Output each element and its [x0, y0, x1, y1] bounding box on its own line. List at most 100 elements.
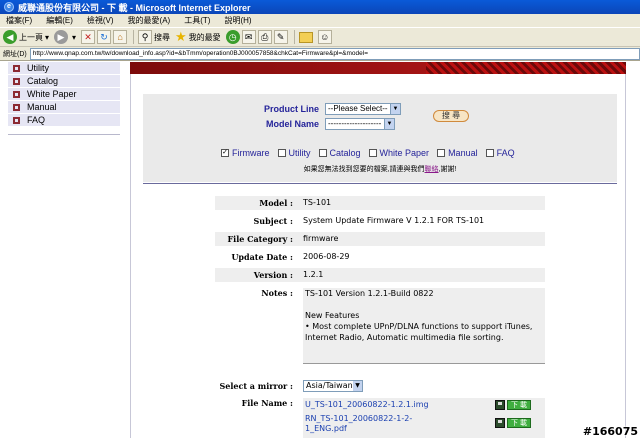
mail-icon[interactable]: ✉	[241, 30, 256, 44]
search-submit-button[interactable]: 搜 尋	[433, 110, 469, 122]
category-label-firmware: Firmware	[232, 148, 270, 158]
category-checkboxes: ✓ Firmware Utility Catalog White Paper M…	[221, 148, 523, 158]
back-button[interactable]: ◀ 上一頁 ▾	[3, 30, 49, 44]
toolbar-separator	[293, 30, 295, 44]
menu-edit[interactable]: 編輯(E)	[46, 15, 73, 26]
category-value: firmware	[303, 232, 545, 246]
category-label-catalog: Catalog	[329, 148, 361, 158]
checkbox-firmware[interactable]: ✓	[221, 149, 229, 157]
dropdown-arrow-icon: ▼	[353, 381, 362, 391]
sidebar-divider	[8, 127, 120, 135]
model-label: Model :	[259, 198, 293, 208]
notice-before: 如果您無法找到您要的檔案,請連與我們	[303, 166, 425, 173]
window-title: 威聯通股份有限公司 - 下 載 - Microsoft Internet Exp…	[18, 2, 251, 13]
notice-text: 如果您無法找到您要的檔案,請連與我們聯絡,謝謝!	[143, 164, 617, 174]
category-label-faq: FAQ	[496, 148, 515, 158]
model-name-value: --------------------	[328, 119, 382, 128]
category-label-white-paper: White Paper	[379, 148, 430, 158]
detail-row-date: Update Date : 2006-08-29	[215, 250, 545, 264]
contact-link[interactable]: 聯絡	[425, 166, 439, 173]
category-label-utility: Utility	[288, 148, 311, 158]
sidebar-item-manual[interactable]: Manual	[8, 101, 120, 114]
refresh-icon[interactable]: ↻	[97, 30, 112, 44]
menu-bar: 檔案(F) 編輯(E) 檢視(V) 我的最愛(A) 工具(T) 說明(H)	[0, 14, 640, 27]
search-icon: ⚲	[138, 30, 153, 44]
checkbox-manual[interactable]	[437, 149, 446, 157]
checkbox-faq[interactable]	[485, 149, 494, 157]
menu-view[interactable]: 檢視(V)	[87, 15, 114, 26]
bullet-icon	[13, 64, 20, 72]
section-divider	[143, 183, 617, 184]
product-line-value: --Please Select--	[328, 104, 388, 113]
download-button-img[interactable]: 下 載	[495, 400, 531, 410]
sidebar: Utility Catalog White Paper Manual FAQ	[8, 62, 120, 135]
toolbar-separator	[133, 30, 135, 44]
home-icon[interactable]: ⌂	[113, 30, 128, 44]
banner-pattern	[426, 62, 626, 74]
category-label: File Category :	[227, 234, 294, 244]
dropdown-arrow-icon: ▼	[390, 104, 400, 114]
date-label: Update Date :	[231, 252, 293, 262]
download-label: 下 載	[507, 418, 531, 428]
print-icon[interactable]: ⎙	[257, 30, 272, 44]
menu-tools[interactable]: 工具(T)	[184, 15, 210, 26]
sidebar-item-white-paper[interactable]: White Paper	[8, 88, 120, 101]
search-button[interactable]: ⚲ 搜尋	[138, 30, 170, 44]
checkbox-catalog[interactable]	[318, 149, 327, 157]
window-title-bar: e 威聯通股份有限公司 - 下 載 - Microsoft Internet E…	[0, 0, 640, 14]
category-label-manual: Manual	[448, 148, 478, 158]
mirror-value: Asia/Taiwan	[306, 381, 353, 390]
search-panel: Product Line --Please Select-- ▼ Model N…	[143, 94, 617, 182]
detail-row-subject: Subject : System Update Firmware V 1.2.1…	[215, 214, 545, 228]
mirror-select[interactable]: Asia/Taiwan ▼	[303, 380, 363, 392]
checkbox-utility[interactable]	[277, 149, 286, 157]
bullet-icon	[13, 77, 20, 85]
bullet-icon	[13, 90, 20, 98]
detail-row-category: File Category : firmware	[215, 232, 545, 246]
sidebar-item-faq[interactable]: FAQ	[8, 114, 120, 127]
dropdown-arrow-icon: ▼	[384, 119, 394, 129]
address-bar: 網址(D) http://www.qnap.com.tw/tw/download…	[0, 47, 640, 61]
sidebar-item-label: Catalog	[27, 76, 59, 86]
product-line-select[interactable]: --Please Select-- ▼	[325, 103, 401, 115]
favorites-button[interactable]: ★ 我的最愛	[175, 29, 221, 45]
forward-button[interactable]: ▶ ▾	[54, 30, 76, 44]
file-label: File Name :	[241, 398, 293, 408]
model-name-select[interactable]: -------------------- ▼	[325, 118, 395, 130]
back-dropdown-icon[interactable]: ▾	[45, 33, 49, 42]
menu-help[interactable]: 說明(H)	[224, 15, 251, 26]
bullet-icon	[13, 103, 20, 111]
stop-icon[interactable]: ✕	[81, 30, 96, 44]
checkbox-white-paper[interactable]	[368, 149, 377, 157]
download-button-pdf[interactable]: 下 載	[495, 418, 531, 428]
address-input[interactable]: http://www.qnap.com.tw/tw/download_info.…	[29, 47, 640, 60]
folder-icon[interactable]	[298, 31, 313, 43]
sidebar-item-label: White Paper	[27, 89, 77, 99]
sidebar-item-label: Manual	[27, 102, 57, 112]
back-arrow-icon: ◀	[3, 30, 17, 44]
disk-icon	[495, 400, 505, 410]
star-icon: ★	[175, 29, 187, 44]
sidebar-item-catalog[interactable]: Catalog	[8, 75, 120, 88]
notes-line: Internet Radio, Automatic multimedia fil…	[305, 333, 504, 342]
messenger-icon[interactable]: ☺	[317, 30, 332, 44]
version-value: 1.2.1	[303, 268, 545, 282]
sidebar-item-utility[interactable]: Utility	[8, 62, 120, 75]
back-label: 上一頁	[19, 32, 43, 42]
model-name-label: Model Name	[265, 119, 319, 129]
download-label: 下 載	[507, 400, 531, 410]
history-icon[interactable]: ◷	[225, 30, 240, 44]
favorites-label: 我的最愛	[188, 32, 221, 42]
menu-file[interactable]: 檔案(F)	[6, 15, 32, 26]
address-label: 網址(D)	[3, 50, 27, 58]
search-label: 搜尋	[154, 32, 171, 42]
edit-icon[interactable]: ✎	[273, 30, 288, 44]
notice-after: ,謝謝!	[438, 166, 457, 173]
notes-line: • Most complete UPnP/DLNA functions to s…	[305, 322, 533, 331]
menu-favorites[interactable]: 我的最愛(A)	[128, 15, 171, 26]
forward-dropdown-icon[interactable]: ▾	[72, 33, 76, 42]
detail-row-notes: Notes : TS-101 Version 1.2.1-Build 0822 …	[215, 288, 545, 364]
ie-logo-icon: e	[4, 2, 14, 12]
sidebar-item-label: Utility	[27, 63, 49, 73]
bullet-icon	[13, 116, 20, 124]
